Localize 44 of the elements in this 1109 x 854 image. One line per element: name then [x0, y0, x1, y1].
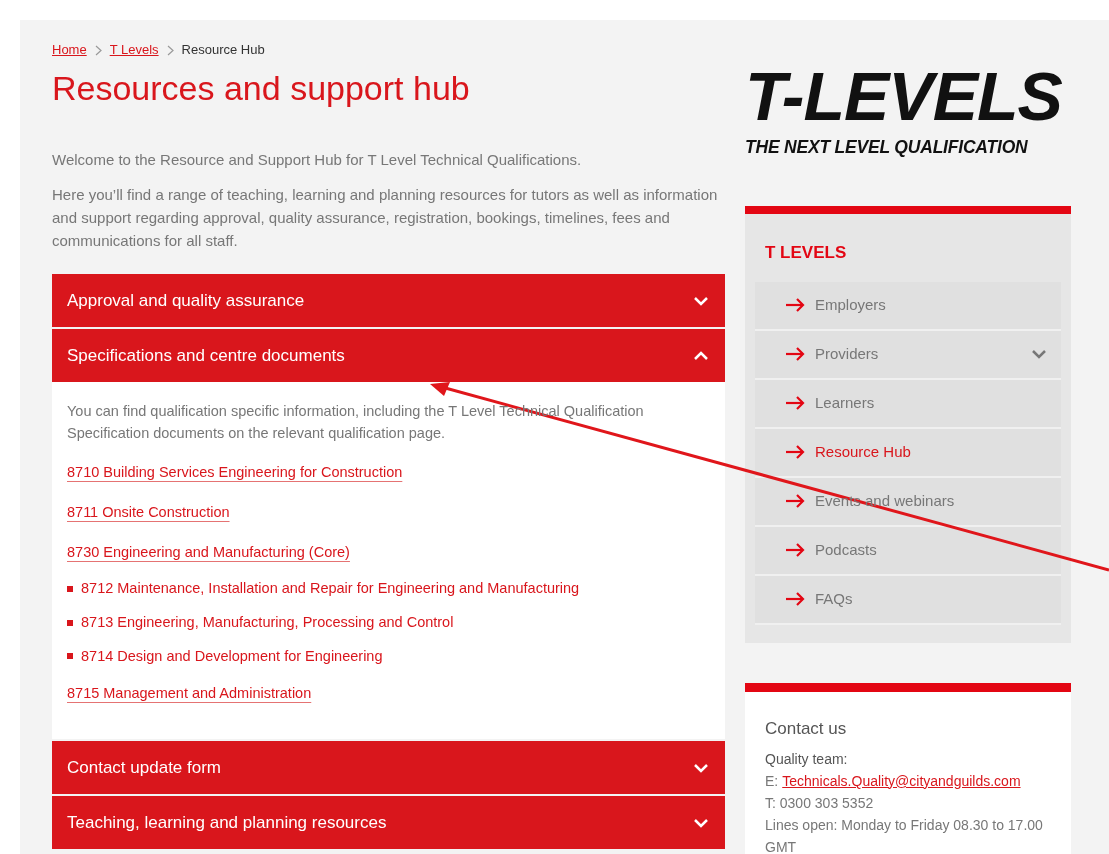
contact-team: Quality team: — [765, 749, 849, 769]
sidebar-nav-item[interactable]: Learners — [755, 379, 1061, 429]
qualification-link[interactable]: 8713 Engineering, Manufacturing, Processing and Control — [81, 611, 454, 634]
bullet-icon — [67, 653, 73, 660]
chevron-right-icon — [94, 44, 102, 56]
accordion-header[interactable]: Specifications and centre documents — [52, 329, 725, 382]
accordion-header[interactable]: Approval and quality assurance — [52, 274, 725, 327]
breadcrumb-current: Resource Hub — [181, 41, 265, 60]
sidebar-heading: T LEVELS — [764, 242, 848, 265]
qualification-link[interactable]: 8711 Onsite Construction — [67, 504, 230, 520]
contact-heading: Contact us — [765, 717, 848, 740]
arrow-right-icon — [785, 347, 805, 362]
email-label: E: — [765, 771, 779, 791]
contact-hours: Lines open: Monday to Friday 08.30 to 17.00 GMT — [765, 815, 1044, 854]
qualification-link[interactable]: 8715 Management and Administration — [67, 685, 312, 702]
arrow-right-icon — [785, 592, 805, 607]
qualification-link[interactable]: 8714 Design and Development for Engineering — [81, 645, 383, 668]
chevron-right-icon — [166, 44, 174, 56]
bullet-icon — [67, 619, 73, 626]
arrow-right-icon — [785, 298, 805, 313]
logo: T-LEVELS THE NEXT LEVEL QUALIFICATION — [745, 64, 1063, 159]
breadcrumb-link[interactable]: T Levels — [109, 40, 159, 60]
sidebar-nav-item[interactable]: FAQs — [755, 575, 1061, 625]
page-title: Resources and support hub — [52, 68, 471, 109]
sidebar-nav-item[interactable]: Podcasts — [755, 526, 1061, 576]
qualification-link[interactable]: 8710 Building Services Engineering for Construction — [67, 464, 403, 480]
bullet-icon — [67, 585, 73, 592]
breadcrumb-link[interactable]: Home — [52, 40, 87, 60]
intro-text: Here you’ll find a range of teaching, learning and planning resources for tutors as well as information and support regarding approval, quality assurance, registration, bookings, timelines, fees and communications for all staff. — [52, 185, 719, 251]
arrow-right-icon — [785, 445, 805, 460]
sidebar-nav-item[interactable]: Employers — [755, 281, 1061, 331]
accordion-header[interactable]: Contact update form — [52, 741, 725, 795]
email-link[interactable]: Technicals.Quality@cityandguilds.com — [782, 769, 1021, 792]
sidebar-nav-item[interactable]: Providers — [755, 330, 1061, 380]
sidebar-nav-item[interactable]: Resource Hub — [755, 428, 1061, 478]
arrow-right-icon — [785, 396, 805, 411]
qualification-link[interactable]: 8730 Engineering and Manufacturing (Core) — [67, 544, 350, 560]
contact-phone: T: 0300 303 5352 — [765, 793, 875, 813]
sidebar-nav-item[interactable]: Events and webinars — [755, 477, 1061, 527]
accordion-header[interactable]: Teaching, learning and planning resources — [52, 796, 725, 850]
arrow-right-icon — [785, 543, 805, 558]
arrow-right-icon — [785, 494, 805, 509]
qualification-link[interactable]: 8712 Maintenance, Installation and Repair for Engineering and Manufacturing — [81, 578, 580, 600]
intro-text: Welcome to the Resource and Support Hub for T Level Technical Qualifications. — [52, 150, 583, 170]
